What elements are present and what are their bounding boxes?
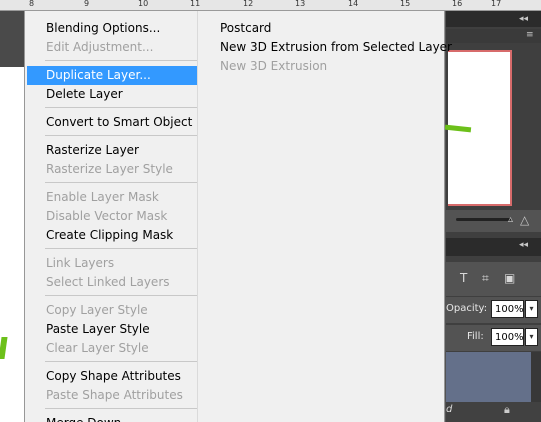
menu-item-delete-layer[interactable]: Delete Layer [27, 85, 198, 104]
menu-separator [45, 135, 197, 136]
layer-row[interactable] [446, 402, 541, 422]
menu-item-new-3d-extrusion[interactable]: New 3D Extrusion [200, 57, 440, 76]
menu-item-postcard[interactable]: Postcard [200, 19, 440, 38]
menu-item-paste-shape-attributes[interactable]: Paste Shape Attributes [27, 386, 198, 405]
opacity-field[interactable]: 100% [491, 300, 524, 318]
fill-label: Fill: [467, 331, 484, 342]
menu-item-convert-to-smart-object[interactable]: Convert to Smart Object [27, 113, 198, 132]
fill-field[interactable]: 100% [491, 328, 524, 346]
menu-separator [45, 182, 197, 183]
horizontal-ruler[interactable]: 8 9 10 11 12 13 14 15 16 17 [0, 0, 541, 11]
opacity-row: Opacity: 100% ▾ [446, 297, 541, 323]
navigator-tabs: ≡ [446, 29, 541, 43]
opacity-label: Opacity: [446, 303, 488, 314]
zoom-slider[interactable] [456, 218, 511, 221]
collapse-icon[interactable]: ◂◂ [519, 240, 528, 250]
layers-scrollbar[interactable] [531, 352, 541, 402]
menu-item-select-linked-layers[interactable]: Select Linked Layers [27, 273, 198, 292]
document-canvas-left[interactable] [0, 11, 24, 422]
menu-item-new-3d-extrusion-from-selected-layer[interactable]: New 3D Extrusion from Selected Layer [200, 38, 452, 57]
menu-separator [45, 408, 197, 409]
menu-item-edit-adjustment[interactable]: Edit Adjustment... [27, 38, 198, 57]
menu-item-rasterize-layer[interactable]: Rasterize Layer [27, 141, 198, 160]
menu-separator [45, 295, 197, 296]
lock-icon[interactable]: 🔒︎ [504, 403, 510, 417]
zoom-in-icon[interactable]: △ [520, 213, 529, 227]
ruler-number: 16 [452, 0, 463, 8]
chevron-down-icon[interactable]: ▾ [525, 328, 538, 346]
menu-item-paste-layer-style[interactable]: Paste Layer Style [27, 320, 198, 339]
shape-filter-icon[interactable]: ⌗ [482, 271, 489, 286]
menu-item-merge-down[interactable]: Merge Down [27, 414, 198, 422]
layer-filter-toolbar: T ⌗ ▣ [446, 262, 541, 296]
smart-object-filter-icon[interactable]: ▣ [504, 271, 515, 285]
menu-item-clear-layer-style[interactable]: Clear Layer Style [27, 339, 198, 358]
layers-panel-header: ◂◂ [446, 238, 541, 256]
menu-item-link-layers[interactable]: Link Layers [27, 254, 198, 273]
menu-separator [45, 248, 197, 249]
ruler-number: 9 [84, 0, 90, 8]
menu-item-create-clipping-mask[interactable]: Create Clipping Mask [27, 226, 198, 245]
menu-separator [45, 107, 197, 108]
menu-separator [45, 361, 197, 362]
zoom-out-icon[interactable]: ▵ [508, 214, 513, 225]
ruler-number: 11 [190, 0, 201, 8]
menu-item-rasterize-layer-style[interactable]: Rasterize Layer Style [27, 160, 198, 179]
ruler-number: 8 [29, 0, 35, 8]
menu-item-duplicate-layer[interactable]: Duplicate Layer... [27, 66, 199, 85]
layer-context-menu: Blending Options... Edit Adjustment... D… [24, 11, 199, 422]
ruler-number: 13 [295, 0, 306, 8]
zoom-slider-row: ▵ △ [446, 210, 541, 232]
layer-name: d [446, 404, 453, 415]
ruler-number: 17 [491, 0, 502, 8]
menu-item-disable-vector-mask[interactable]: Disable Vector Mask [27, 207, 198, 226]
ruler-number: 14 [348, 0, 359, 8]
ruler-number: 10 [138, 0, 149, 8]
collapse-icon[interactable]: ◂◂ [519, 14, 528, 24]
artwork-stroke [0, 337, 8, 359]
menu-item-copy-layer-style[interactable]: Copy Layer Style [27, 301, 198, 320]
ruler-number: 12 [243, 0, 254, 8]
menu-item-copy-shape-attributes[interactable]: Copy Shape Attributes [27, 367, 198, 386]
menu-item-blending-options[interactable]: Blending Options... [27, 19, 198, 38]
3d-submenu: Postcard New 3D Extrusion from Selected … [200, 11, 452, 422]
ruler-number: 15 [400, 0, 411, 8]
chevron-down-icon[interactable]: ▾ [525, 300, 538, 318]
layer-row-selected[interactable] [446, 352, 531, 402]
type-filter-icon[interactable]: T [460, 271, 467, 285]
menu-separator [45, 60, 197, 61]
panel-menu-icon[interactable]: ≡ [526, 30, 534, 40]
fill-row: Fill: 100% ▾ [446, 325, 541, 351]
panel-header: ◂◂ [446, 11, 541, 27]
menu-item-enable-layer-mask[interactable]: Enable Layer Mask [27, 188, 198, 207]
pasteboard [0, 11, 24, 67]
